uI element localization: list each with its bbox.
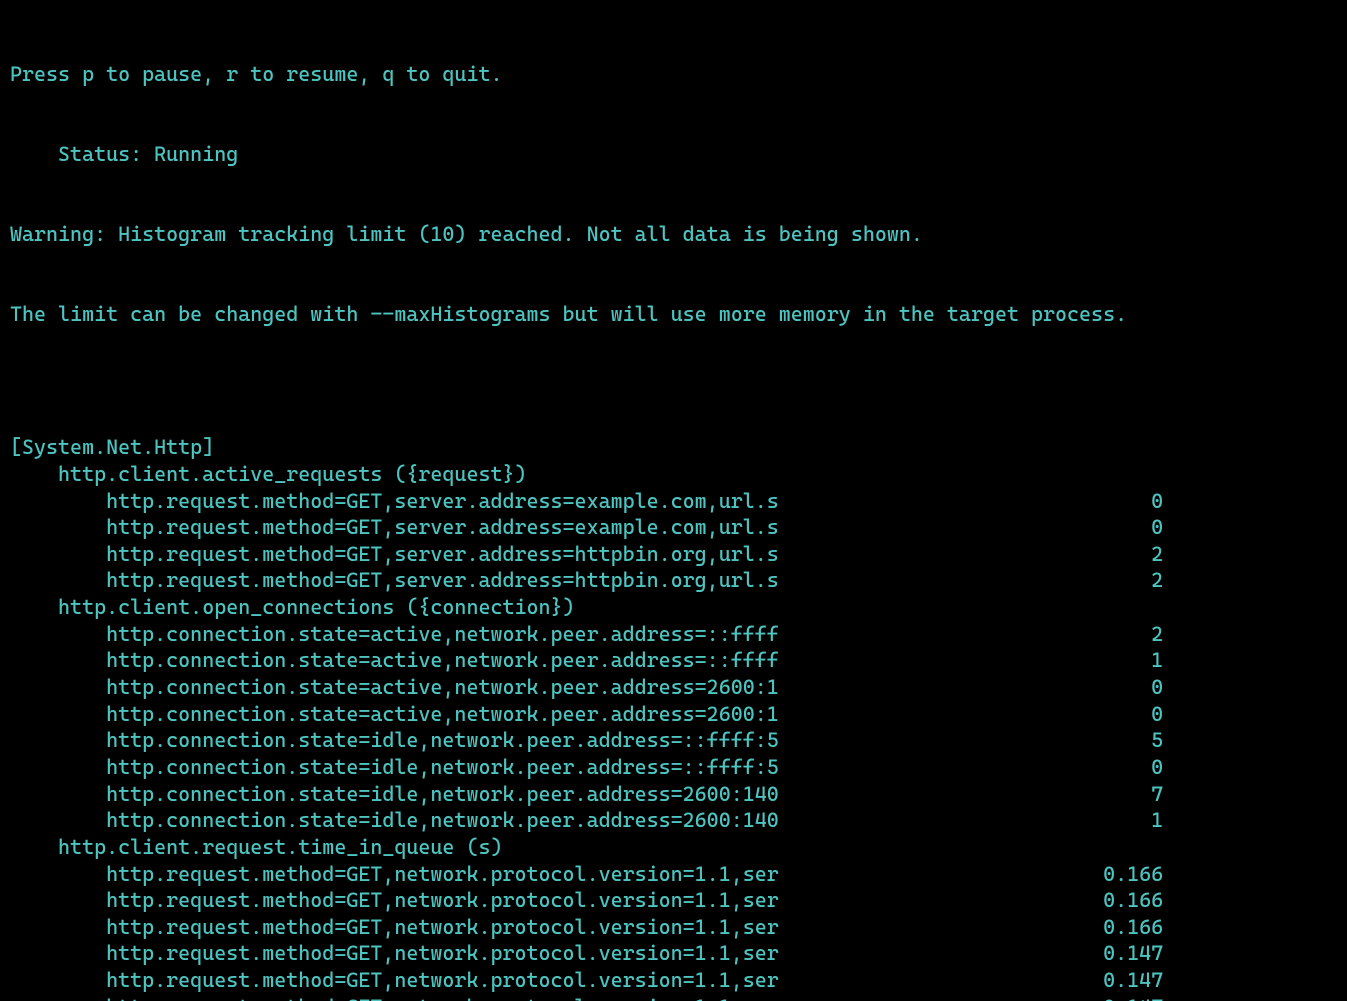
metric-row-value: 0.166 (1067, 887, 1163, 914)
metric-row-value: 1 (1067, 647, 1163, 674)
metric-row-label: http.connection.state=active,network.pee… (10, 674, 1067, 701)
metric-row-label: http.connection.state=active,network.pee… (10, 701, 1067, 728)
metric-row-value: 2 (1067, 621, 1163, 648)
metric-row-label: http.request.method=GET,network.protocol… (10, 940, 1067, 967)
metric-row-value: 0.166 (1067, 861, 1163, 888)
metric-row: http.request.method=GET,network.protocol… (10, 994, 1337, 1001)
metric-row-label: http.request.method=GET,network.protocol… (10, 861, 1067, 888)
metrics-sections: [System.Net.Http]http.client.active_requ… (10, 434, 1337, 1001)
metric-row: http.connection.state=idle,network.peer.… (10, 754, 1337, 781)
metric-row-label: http.request.method=GET,server.address=e… (10, 514, 1067, 541)
metric-row: http.connection.state=active,network.pee… (10, 674, 1337, 701)
help-line: Press p to pause, r to resume, q to quit… (10, 61, 1337, 88)
metric-row-value: 2 (1067, 541, 1163, 568)
metric-row-value: 0.147 (1067, 967, 1163, 994)
metric-row: http.request.method=GET,network.protocol… (10, 887, 1337, 914)
status-prefix: Status: (10, 142, 154, 166)
metric-row-value: 0.166 (1067, 914, 1163, 941)
metric-row: http.request.method=GET,server.address=e… (10, 488, 1337, 515)
metric-row-label: http.request.method=GET,network.protocol… (10, 994, 1067, 1001)
section-title: [System.Net.Http] (10, 434, 1337, 461)
metric-row-label: http.request.method=GET,server.address=e… (10, 488, 1067, 515)
warning-line-2: The limit can be changed with --maxHisto… (10, 301, 1337, 328)
metric-row-value: 1 (1067, 807, 1163, 834)
metric-row: http.connection.state=idle,network.peer.… (10, 727, 1337, 754)
metric-row-value: 2 (1067, 567, 1163, 594)
metric-row-value: 0 (1067, 514, 1163, 541)
status-value: Running (154, 142, 238, 166)
metric-row: http.request.method=GET,network.protocol… (10, 967, 1337, 994)
metric-row: http.request.method=GET,network.protocol… (10, 940, 1337, 967)
metric-row: http.connection.state=active,network.pee… (10, 621, 1337, 648)
metric-row-label: http.connection.state=active,network.pee… (10, 647, 1067, 674)
metric-row-value: 0 (1067, 754, 1163, 781)
metric-row: http.connection.state=idle,network.peer.… (10, 781, 1337, 808)
metric-row-value: 0.147 (1067, 940, 1163, 967)
metric-row-value: 7 (1067, 781, 1163, 808)
metric-row: http.request.method=GET,network.protocol… (10, 861, 1337, 888)
metric-row: http.connection.state=active,network.pee… (10, 647, 1337, 674)
metric-row-label: http.request.method=GET,network.protocol… (10, 967, 1067, 994)
terminal-output: Press p to pause, r to resume, q to quit… (0, 0, 1347, 1001)
metric-name: http.client.request.time_in_queue (s) (10, 834, 1337, 861)
metric-row-label: http.connection.state=idle,network.peer.… (10, 781, 1067, 808)
metric-row-label: http.connection.state=idle,network.peer.… (10, 727, 1067, 754)
status-line: Status: Running (10, 141, 1337, 168)
metric-row-label: http.request.method=GET,server.address=h… (10, 541, 1067, 568)
metric-name: http.client.active_requests ({request}) (10, 461, 1337, 488)
warning-line-1: Warning: Histogram tracking limit (10) r… (10, 221, 1337, 248)
metric-row-label: http.connection.state=active,network.pee… (10, 621, 1067, 648)
metric-row: http.request.method=GET,network.protocol… (10, 914, 1337, 941)
metric-row-label: http.connection.state=idle,network.peer.… (10, 754, 1067, 781)
metric-row-value: 5 (1067, 727, 1163, 754)
metric-row: http.request.method=GET,server.address=e… (10, 514, 1337, 541)
metric-row: http.connection.state=active,network.pee… (10, 701, 1337, 728)
metric-row: http.request.method=GET,server.address=h… (10, 567, 1337, 594)
metric-row: http.connection.state=idle,network.peer.… (10, 807, 1337, 834)
metric-row: http.request.method=GET,server.address=h… (10, 541, 1337, 568)
metric-row-label: http.request.method=GET,network.protocol… (10, 914, 1067, 941)
metric-name: http.client.open_connections ({connectio… (10, 594, 1337, 621)
metric-row-label: http.connection.state=idle,network.peer.… (10, 807, 1067, 834)
metric-row-value: 0 (1067, 488, 1163, 515)
metric-row-value: 0 (1067, 701, 1163, 728)
metric-row-value: 0 (1067, 674, 1163, 701)
metric-row-label: http.request.method=GET,network.protocol… (10, 887, 1067, 914)
metric-row-value: 0.147 (1067, 994, 1163, 1001)
metric-row-label: http.request.method=GET,server.address=h… (10, 567, 1067, 594)
